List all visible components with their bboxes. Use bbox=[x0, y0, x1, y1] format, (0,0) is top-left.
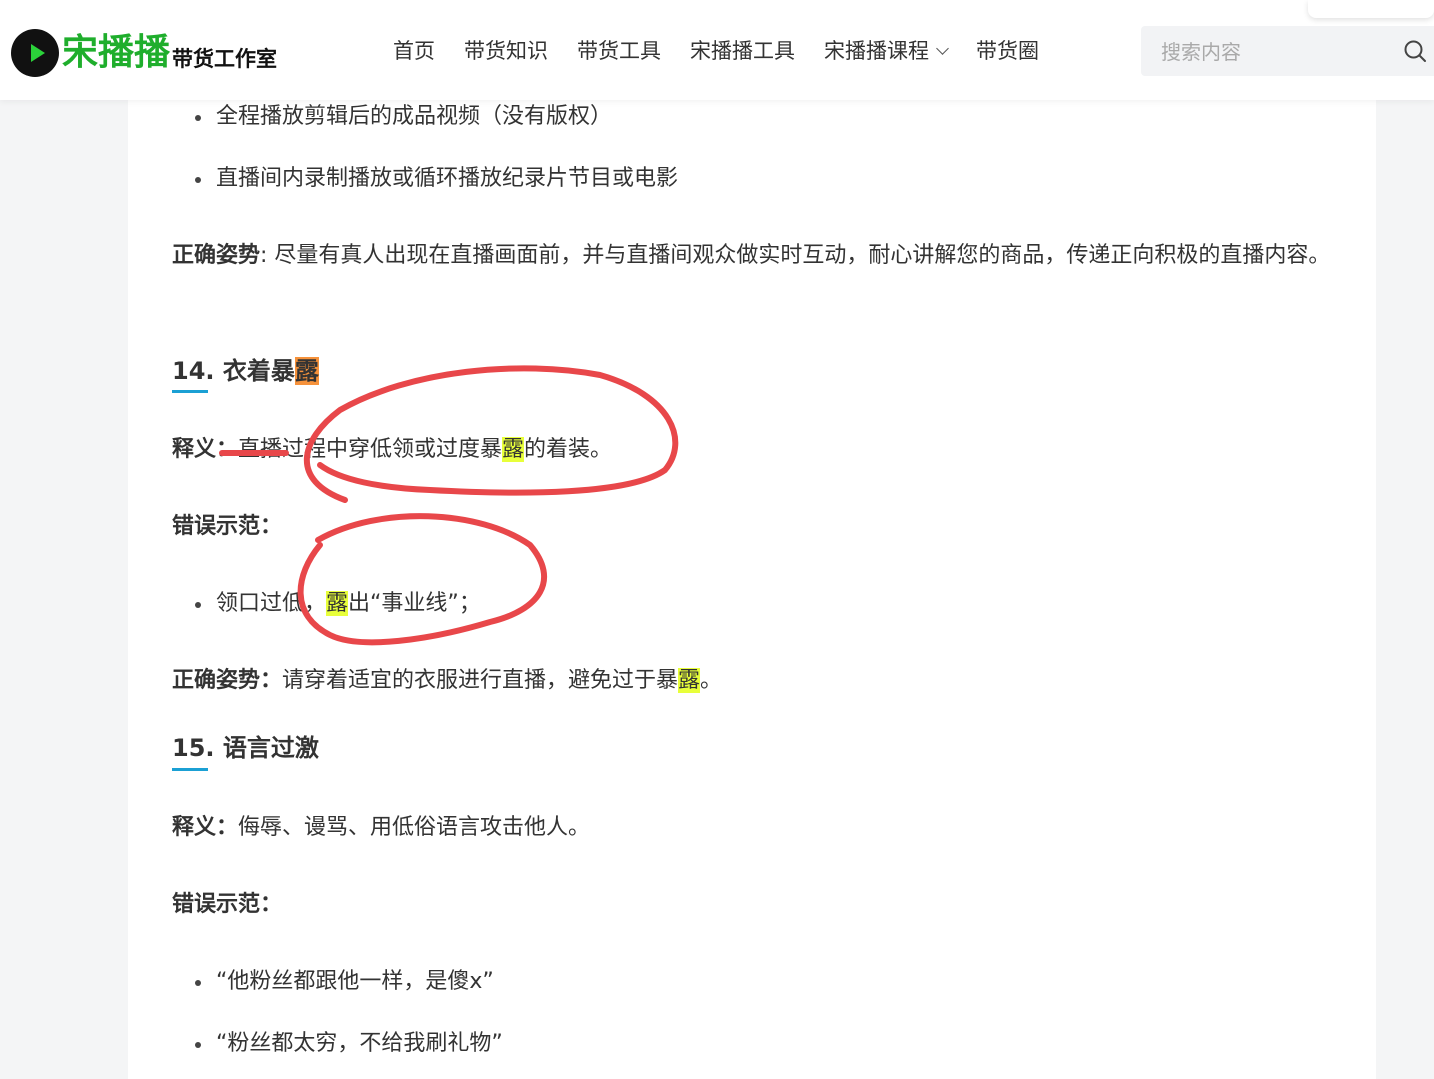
definition-text: 侮辱、谩骂、用低俗语言攻击他人。 bbox=[238, 815, 591, 840]
label-definition: 释义： bbox=[172, 815, 239, 840]
section-heading-14: 14. 衣着暴露 bbox=[172, 354, 319, 388]
search-highlight: 露 bbox=[326, 591, 349, 616]
heading-underline bbox=[172, 390, 208, 393]
play-icon bbox=[11, 29, 59, 77]
chevron-down-icon bbox=[936, 42, 949, 55]
heading-underline bbox=[172, 768, 208, 771]
correct-text-end: 。 bbox=[700, 668, 723, 693]
list-item: “粉丝都太穷，不给我刷礼物” bbox=[195, 1028, 503, 1060]
definition-text-end: 的着装。 bbox=[524, 437, 613, 462]
label-correct: 正确姿势 bbox=[172, 243, 261, 268]
site-header: 宋播播 带货工作室 首页 带货知识 带货工具 宋播播工具 宋播播课程 带货圈 bbox=[0, 0, 1434, 100]
list-item: 全程播放剪辑后的成品视频（没有版权） bbox=[194, 101, 612, 133]
site-logo[interactable]: 宋播播 带货工作室 bbox=[11, 28, 277, 78]
search-highlight: 露 bbox=[678, 668, 701, 693]
nav-circle[interactable]: 带货圈 bbox=[976, 36, 1039, 66]
paragraph-correct-1: 正确姿势: 尽量有真人出现在直播画面前，并与直播间观众做实时互动，耐心讲解您的商… bbox=[172, 232, 1337, 279]
definition-text: 直播过程中穿低领或过度暴 bbox=[238, 437, 503, 462]
text-correct-1: : 尽量有真人出现在直播画面前，并与直播间观众做实时互动，耐心讲解您的商品，传递… bbox=[260, 243, 1331, 268]
label-wrong-example: 错误示范： bbox=[172, 514, 283, 539]
floating-panel bbox=[1308, 0, 1434, 18]
label-wrong-example: 错误示范： bbox=[172, 892, 283, 917]
nav-songbobo-tools[interactable]: 宋播播工具 bbox=[690, 36, 795, 66]
section-heading-15: 15. 语言过激 bbox=[172, 734, 319, 762]
list-item: 直播间内录制播放或循环播放纪录片节目或电影 bbox=[194, 163, 678, 195]
nav-courses-label: 宋播播课程 bbox=[824, 39, 929, 63]
wrong-text: 领口过低， bbox=[216, 591, 327, 616]
article-card: 全程播放剪辑后的成品视频（没有版权） 直播间内录制播放或循环播放纪录片节目或电影… bbox=[128, 100, 1376, 1079]
heading-14-text: 14. 衣着暴 bbox=[172, 357, 295, 385]
correct-14: 正确姿势：请穿着适宜的衣服进行直播，避免过于暴露。 bbox=[172, 665, 722, 697]
definition-14: 释义：直播过程中穿低领或过度暴露的着装。 bbox=[172, 434, 612, 466]
label-correct: 正确姿势： bbox=[172, 668, 283, 693]
heading-14-highlight: 露 bbox=[294, 357, 319, 385]
search-icon[interactable] bbox=[1403, 39, 1427, 63]
search-box bbox=[1141, 26, 1434, 78]
nav-home[interactable]: 首页 bbox=[393, 36, 435, 66]
definition-15: 释义：侮辱、谩骂、用低俗语言攻击他人。 bbox=[172, 812, 590, 844]
logo-subtitle: 带货工作室 bbox=[172, 47, 278, 71]
list-item: “他粉丝都跟他一样，是傻x” bbox=[195, 966, 494, 998]
label-definition: 释义： bbox=[172, 437, 239, 462]
nav-selling-knowledge[interactable]: 带货知识 bbox=[464, 36, 548, 66]
search-input[interactable] bbox=[1141, 26, 1403, 78]
main-nav: 首页 带货知识 带货工具 宋播播工具 宋播播课程 带货圈 bbox=[393, 36, 1068, 66]
wrong-text-end: 出“事业线”； bbox=[348, 591, 481, 616]
search-highlight: 露 bbox=[502, 437, 525, 462]
correct-text: 请穿着适宜的衣服进行直播，避免过于暴 bbox=[282, 668, 679, 693]
list-item: 领口过低，露出“事业线”； bbox=[195, 588, 481, 620]
nav-selling-tools[interactable]: 带货工具 bbox=[577, 36, 661, 66]
nav-courses[interactable]: 宋播播课程 bbox=[824, 36, 949, 66]
logo-title: 宋播播 bbox=[62, 32, 171, 73]
